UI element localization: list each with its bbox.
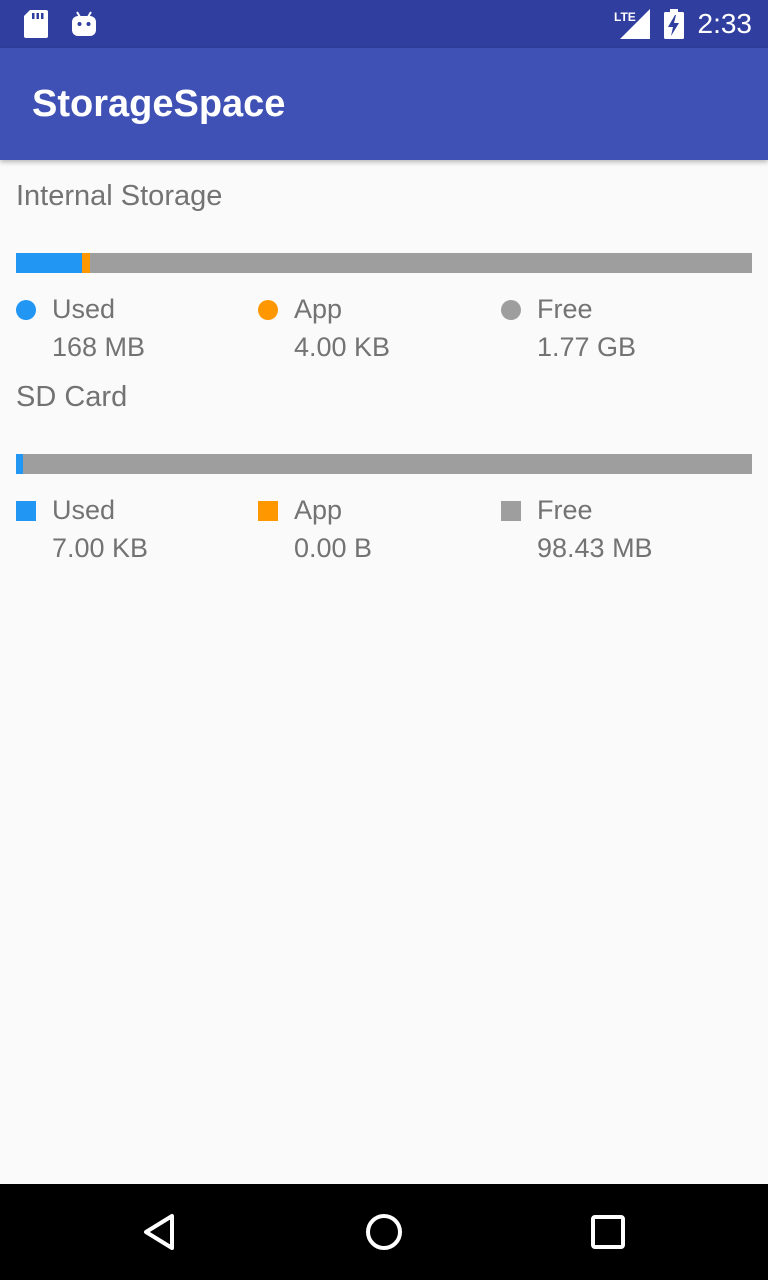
legend-app: App 4.00 KB xyxy=(258,288,498,368)
legend-label: App xyxy=(294,495,343,525)
recents-icon[interactable] xyxy=(584,1208,632,1256)
used-square-icon xyxy=(16,501,36,521)
sd-card-icon xyxy=(24,10,48,38)
legend-free: Free 98.43 MB xyxy=(501,489,741,569)
legend-value: 1.77 GB xyxy=(537,332,637,362)
android-icon xyxy=(72,11,96,36)
battery-charging-icon xyxy=(663,9,684,39)
home-icon[interactable] xyxy=(360,1208,408,1256)
legend-used: Used 7.00 KB xyxy=(16,489,256,569)
free-segment xyxy=(89,253,752,273)
app-title: StorageSpace xyxy=(32,83,286,125)
internal-storage-bar xyxy=(16,253,752,273)
legend-used: Used 168 MB xyxy=(16,288,256,368)
sd-card-bar xyxy=(16,454,752,474)
svg-text:LTE: LTE xyxy=(614,10,636,24)
legend-value: 98.43 MB xyxy=(537,533,653,563)
legend-label: Free xyxy=(537,495,593,525)
legend-value: 168 MB xyxy=(52,332,146,362)
app-dot-icon xyxy=(258,300,278,320)
used-dot-icon xyxy=(16,300,36,320)
app-bar: StorageSpace xyxy=(0,48,768,160)
legend-label: App xyxy=(294,294,343,324)
status-time: 2:33 xyxy=(697,8,753,39)
free-segment xyxy=(23,454,752,474)
legend-label: Used xyxy=(52,495,116,525)
app-square-icon xyxy=(258,501,278,521)
used-segment xyxy=(16,454,24,474)
app-segment xyxy=(82,253,90,273)
status-bar: LTE 2:33 xyxy=(0,0,768,48)
legend-value: 4.00 KB xyxy=(294,332,391,362)
section-title: Internal Storage xyxy=(16,180,223,212)
legend-free: Free 1.77 GB xyxy=(501,288,741,368)
legend-value: 0.00 B xyxy=(294,533,373,563)
navigation-bar xyxy=(0,1184,768,1280)
section-title: SD Card xyxy=(16,381,128,413)
used-segment xyxy=(16,253,83,273)
legend-label: Used xyxy=(52,294,116,324)
back-icon[interactable] xyxy=(136,1208,184,1256)
free-dot-icon xyxy=(501,300,521,320)
lte-signal-icon: LTE xyxy=(614,9,650,39)
free-square-icon xyxy=(501,501,521,521)
legend-value: 7.00 KB xyxy=(52,533,149,563)
legend-app: App 0.00 B xyxy=(258,489,498,569)
legend-label: Free xyxy=(537,294,593,324)
